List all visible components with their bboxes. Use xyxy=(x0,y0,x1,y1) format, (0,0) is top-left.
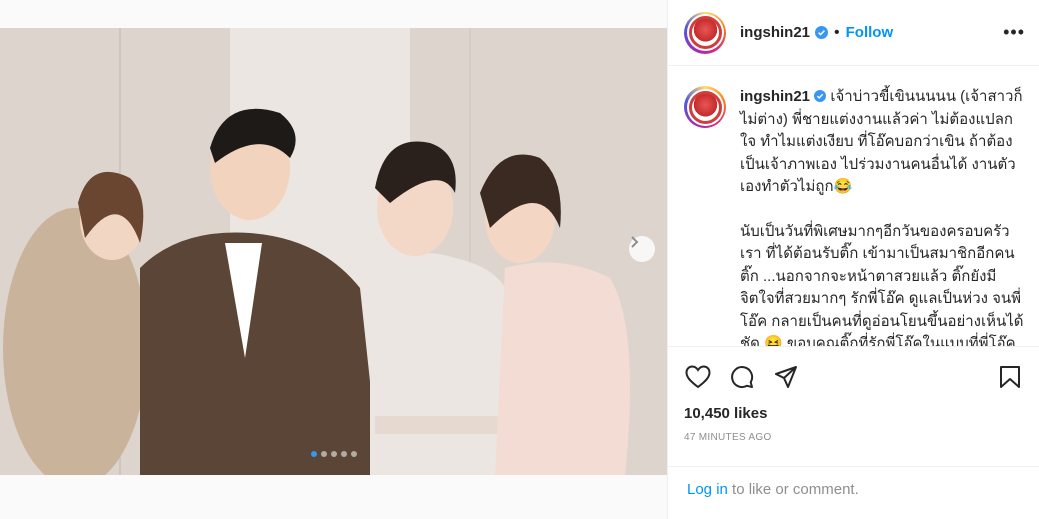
chevron-right-icon xyxy=(631,236,639,248)
separator-dot: • xyxy=(834,23,840,41)
avatar-image xyxy=(688,90,722,124)
heart-icon xyxy=(685,365,711,389)
caption-text: ingshin21 เจ้าบ่าวขี้เขินนนนน (เจ้าสาวก็… xyxy=(740,86,1026,346)
follow-button[interactable]: Follow xyxy=(846,24,894,41)
caption-row: ingshin21 เจ้าบ่าวขี้เขินนนนน (เจ้าสาวก็… xyxy=(684,86,1026,346)
carousel-next-button[interactable] xyxy=(629,236,655,262)
carousel-indicator xyxy=(310,451,357,457)
post-photo[interactable] xyxy=(0,28,667,475)
like-button[interactable] xyxy=(684,363,712,391)
comment-button[interactable] xyxy=(728,363,756,391)
wedding-photo-illustration xyxy=(0,28,667,475)
like-count[interactable]: 10,450 likes xyxy=(684,405,1024,422)
login-prompt-text: to like or comment. xyxy=(727,481,859,498)
avatar-inner xyxy=(686,88,724,126)
caption-section: ingshin21 เจ้าบ่าวขี้เขินนนนน (เจ้าสาวก็… xyxy=(668,66,1039,346)
save-button[interactable] xyxy=(996,363,1024,391)
caption-username[interactable]: ingshin21 xyxy=(740,88,810,105)
caption-verified-badge-icon xyxy=(814,88,830,105)
bookmark-icon xyxy=(1000,366,1020,388)
post-header: ingshin21 • Follow ••• xyxy=(668,0,1039,66)
carousel-dot xyxy=(350,451,357,457)
avatar-inner xyxy=(686,14,724,51)
login-link[interactable]: Log in xyxy=(687,481,728,498)
share-icon xyxy=(775,366,797,388)
carousel-dot xyxy=(330,451,337,457)
caption-paragraph-2: นับเป็นวันที่พิเศษมากๆอีกวันของครอบครัวเ… xyxy=(740,222,1024,347)
carousel-dot xyxy=(340,451,347,457)
carousel-dot xyxy=(320,451,327,457)
comment-icon xyxy=(731,366,754,389)
avatar[interactable] xyxy=(684,11,726,54)
login-prompt: Log in to like or comment. xyxy=(668,466,1039,510)
post-side-panel: ingshin21 • Follow ••• ingshin21 เจ้าบ่า… xyxy=(667,0,1039,519)
more-options-button[interactable]: ••• xyxy=(1003,22,1025,43)
header-username[interactable]: ingshin21 xyxy=(740,24,810,41)
verified-badge-icon xyxy=(815,26,829,39)
carousel-dot xyxy=(310,451,317,457)
share-button[interactable] xyxy=(772,363,800,391)
post-actions: 10,450 likes 47 MINUTES AGO xyxy=(668,346,1039,443)
action-icon-row xyxy=(684,361,1024,393)
post-timestamp[interactable]: 47 MINUTES AGO xyxy=(684,432,1024,443)
caption-avatar[interactable] xyxy=(684,86,726,128)
avatar-image xyxy=(688,16,722,49)
